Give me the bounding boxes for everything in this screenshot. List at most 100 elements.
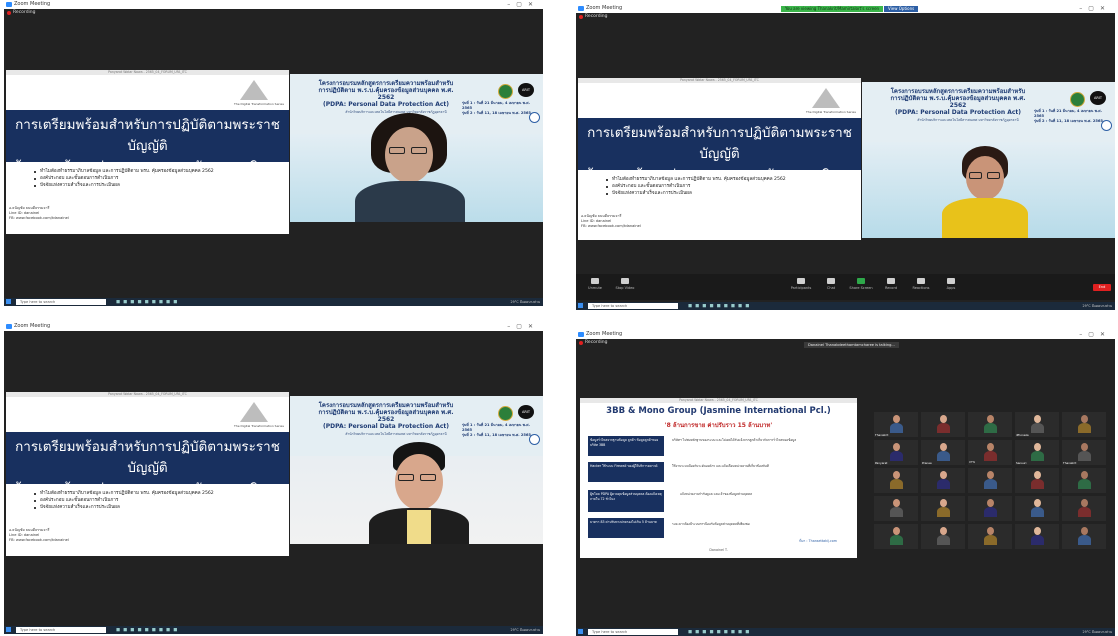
participant-tile[interactable]: iPhoneza: [1015, 412, 1059, 437]
participant-tile[interactable]: [921, 524, 965, 549]
participant-tile[interactable]: [874, 496, 918, 521]
system-tray[interactable]: 29°C มีแดดบางส่วน: [511, 298, 540, 306]
window-controls[interactable]: –▢✕: [1079, 4, 1111, 13]
share-bar[interactable]: Panyarat Watar Nawa - 2565_04_FORUM_UFA_…: [6, 392, 289, 397]
participant-tile[interactable]: [921, 412, 965, 437]
window-titlebar: Zoom Meeting You are viewing Thanakrit/M…: [576, 4, 1115, 13]
participant-tile[interactable]: [968, 412, 1012, 437]
participant-tile[interactable]: [1062, 524, 1106, 549]
system-tray[interactable]: 29°C มีแดดบางส่วน: [1083, 302, 1112, 310]
meeting-toolbar: Unmute Stop Video Participants Chat Shar…: [576, 274, 1115, 300]
badge-icon: [529, 112, 540, 123]
participant-tile[interactable]: จาระ: [968, 440, 1012, 465]
record-button[interactable]: Record: [876, 278, 906, 290]
recording-indicator: Recording: [4, 9, 543, 17]
participant-tile[interactable]: [1015, 468, 1059, 493]
participant-name: Sansuri: [1016, 461, 1027, 465]
stop-video-button[interactable]: Stop Video: [610, 278, 640, 290]
windows-start-icon[interactable]: [578, 629, 583, 634]
windows-start-icon[interactable]: [6, 299, 11, 304]
participant-tile[interactable]: Sansuri: [1015, 440, 1059, 465]
window-controls[interactable]: –▢✕: [1079, 330, 1111, 339]
slide-contact: อ.ธนัญชัย ธนบดีธรรมจารี Line ID: danainel…: [9, 206, 69, 220]
unmute-button[interactable]: Unmute: [580, 278, 610, 290]
participant-tile[interactable]: [1062, 412, 1106, 437]
taskbar-apps[interactable]: ◼◼◼◼◼◼◼◼◼: [688, 303, 752, 309]
participant-tile[interactable]: [874, 468, 918, 493]
participant-tile[interactable]: Pranee: [921, 440, 965, 465]
university-seal-icon: [1070, 92, 1085, 107]
system-tray[interactable]: 29°C มีแดดบางส่วน: [1083, 628, 1112, 636]
participant-tile[interactable]: [968, 496, 1012, 521]
arit-logo: ARIT: [518, 83, 534, 97]
end-meeting-button[interactable]: End: [1093, 284, 1111, 291]
participants-button[interactable]: Participants: [786, 278, 816, 290]
participant-tile[interactable]: Thanakrit: [874, 412, 918, 437]
taskbar-search[interactable]: Type here to search: [16, 627, 106, 633]
chat-icon: [827, 278, 835, 284]
series-caption: The Digital Transformation Series: [234, 102, 284, 106]
zoom-window-4: Zoom Meeting –▢✕ Recording Danainel Thana…: [576, 330, 1115, 636]
slide-source: ที่มา : Thansettakij.com: [799, 539, 837, 543]
participant-video: [1078, 471, 1091, 489]
participant-video: [937, 499, 950, 517]
reactions-button[interactable]: Reactions: [906, 278, 936, 290]
participant-video: [984, 499, 997, 517]
participant-name: Thanakrit: [1063, 461, 1077, 465]
chat-button[interactable]: Chat: [816, 278, 846, 290]
university-seal-icon: [498, 406, 513, 421]
participant-video: [1031, 527, 1044, 545]
participant-tile[interactable]: [1015, 524, 1059, 549]
participant-name: Pranee: [922, 461, 932, 465]
apps-icon: [947, 278, 955, 284]
window-controls[interactable]: –▢✕: [507, 0, 539, 9]
zoom-icon: [6, 2, 12, 7]
windows-start-icon[interactable]: [6, 627, 11, 632]
participant-tile[interactable]: [968, 524, 1012, 549]
windows-taskbar: Type here to search ◼◼◼◼◼◼◼◼◼ 29°C มีแดดบา…: [576, 628, 1115, 636]
share-bar[interactable]: Panyarat Watar Nawa - 2565_04_FORUM_UFA_…: [580, 398, 857, 403]
participant-tile[interactable]: [921, 496, 965, 521]
speaking-indicator: Danainel Thanabdeethamtamcharee is talki…: [804, 342, 899, 348]
slide-title: 3BB & Mono Group (Jasmine International …: [606, 406, 831, 416]
participant-tile[interactable]: [968, 468, 1012, 493]
taskbar-search[interactable]: Type here to search: [588, 629, 678, 635]
share-bar[interactable]: Panyarat Watar Nawa - 2565_04_FORUM_UFA_…: [6, 70, 289, 75]
participant-gallery: Thanakrit iPhoneza Panyarat Pranee จาระ Sansu…: [874, 412, 1110, 552]
zoom-icon: [578, 6, 584, 11]
university-seal-icon: [498, 84, 513, 99]
participant-tile[interactable]: [1062, 496, 1106, 521]
participant-tile[interactable]: [874, 524, 918, 549]
shared-screen: Panyarat Watar Nawa - 2565_04_FORUM_UFA_…: [6, 392, 289, 556]
taskbar-search[interactable]: Type here to search: [588, 303, 678, 309]
participant-tile[interactable]: Panyarat: [874, 440, 918, 465]
view-options-button[interactable]: View Options: [884, 6, 919, 12]
window-title: Zoom Meeting: [14, 1, 51, 7]
pyramid-graphic: [240, 402, 268, 422]
system-tray[interactable]: 29°C มีแดดบางส่วน: [511, 626, 540, 634]
apps-button[interactable]: Apps: [936, 278, 966, 290]
participant-tile[interactable]: [921, 468, 965, 493]
windows-taskbar: Type here to search ◼◼◼◼◼◼◼◼◼ 29°C มีแดดบา…: [576, 302, 1115, 310]
zoom-window-1: Zoom Meeting –▢✕ Recording Panyarat Watar…: [4, 0, 543, 306]
participant-video: [984, 527, 997, 545]
share-screen-icon: [857, 278, 865, 284]
participant-tile[interactable]: [1015, 496, 1059, 521]
share-screen-button[interactable]: Share Screen: [846, 278, 876, 290]
taskbar-search[interactable]: Type here to search: [16, 299, 106, 305]
background-poster: โครงการอบรมหลักสูตรการเตรียมความพร้อมสำห…: [862, 82, 1115, 142]
camera-icon: [621, 278, 629, 284]
participant-tile[interactable]: Thanakrit: [1062, 440, 1106, 465]
speaker-video: โครงการอบรมหลักสูตรการเตรียมความพร้อมสำห…: [290, 74, 543, 222]
participant-video: [937, 471, 950, 489]
participant-tile[interactable]: [1062, 468, 1106, 493]
window-controls[interactable]: –▢✕: [507, 322, 539, 331]
taskbar-apps[interactable]: ◼◼◼◼◼◼◼◼◼: [116, 627, 180, 633]
badge-icon: [1101, 120, 1112, 131]
participant-video: [890, 443, 903, 461]
taskbar-apps[interactable]: ◼◼◼◼◼◼◼◼◼: [688, 629, 752, 635]
share-bar[interactable]: Panyarat Watar Nawa - 2565_04_FORUM_UFA_…: [578, 78, 861, 83]
windows-start-icon[interactable]: [578, 303, 583, 308]
window-titlebar: Zoom Meeting –▢✕: [4, 0, 543, 9]
taskbar-apps[interactable]: ◼◼◼◼◼◼◼◼◼: [116, 299, 180, 305]
